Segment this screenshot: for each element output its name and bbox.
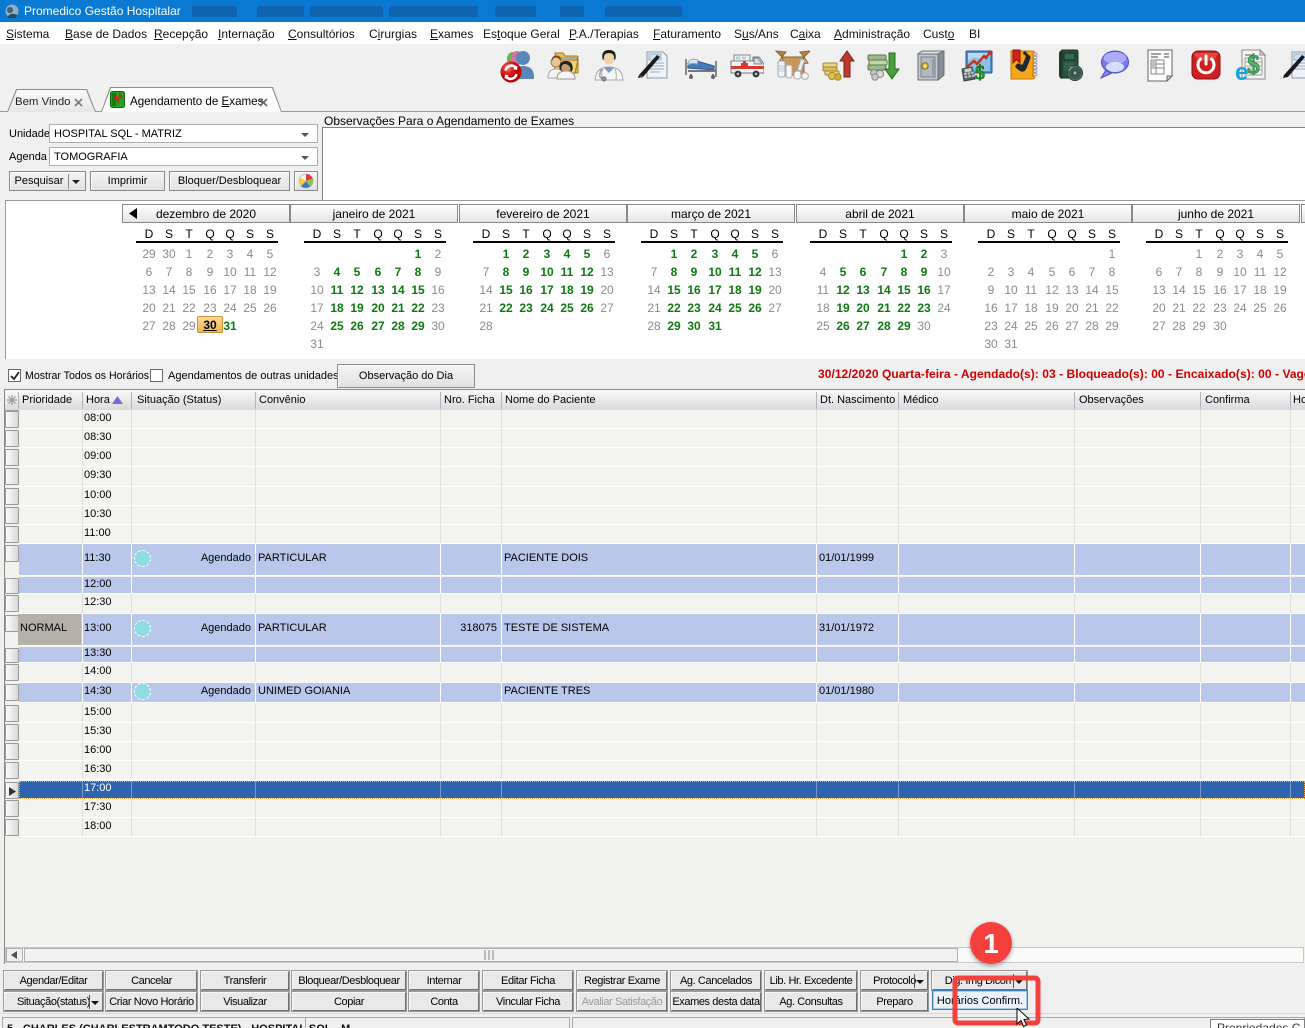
svg-text:1: 1 (983, 928, 999, 959)
svg-text:$: $ (1247, 50, 1260, 79)
svg-text:$: $ (975, 62, 985, 83)
svg-text:e: e (1235, 59, 1248, 83)
